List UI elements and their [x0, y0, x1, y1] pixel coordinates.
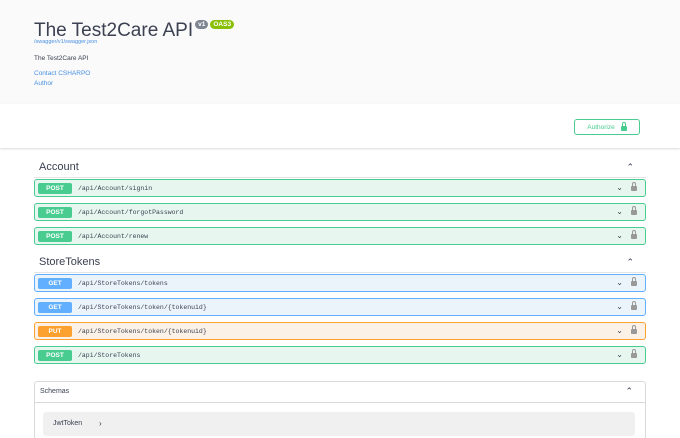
operation-row[interactable]: GET /api/StoreTokens/tokens ⌄	[34, 274, 646, 292]
chevron-down-icon[interactable]: ⌄	[616, 231, 623, 240]
lock-icon[interactable]	[631, 206, 637, 215]
chevron-down-icon[interactable]: ⌄	[616, 207, 623, 216]
operation-path: /api/StoreTokens/tokens	[78, 279, 168, 287]
chevron-up-icon[interactable]: ⌃	[626, 257, 634, 268]
scheme-container: Authorize	[0, 104, 680, 148]
lock-icon[interactable]	[631, 277, 637, 286]
operation-row[interactable]: PUT /api/StoreTokens/token/{tokenuid} ⌄	[34, 322, 646, 340]
lock-icon[interactable]	[631, 230, 637, 239]
lock-icon[interactable]	[631, 301, 637, 310]
operation-path: /api/StoreTokens/token/{tokenuid}	[78, 303, 207, 311]
chevron-up-icon[interactable]: ⌃	[626, 162, 634, 173]
tag-header-storetokens[interactable]: StoreTokens ⌃	[34, 251, 646, 273]
lock-icon	[620, 121, 627, 131]
chevron-down-icon[interactable]: ⌄	[616, 183, 623, 192]
method-badge: POST	[38, 182, 72, 194]
lock-icon[interactable]	[631, 349, 637, 358]
operation-path: /api/Account/renew	[78, 232, 149, 240]
operation-path: /api/Account/forgotPassword	[78, 208, 184, 216]
operation-path: /api/Account/signin	[78, 184, 153, 192]
operation-path: /api/StoreTokens/token/{tokenuid}	[78, 327, 207, 335]
operation-row[interactable]: POST /api/Account/renew ⌄	[34, 227, 646, 245]
chevron-up-icon[interactable]: ⌃	[625, 386, 633, 397]
operation-row[interactable]: POST /api/Account/signin ⌄	[34, 179, 646, 197]
version-badge: v1	[195, 20, 209, 29]
model-name: JwtToken	[53, 420, 83, 427]
operation-row[interactable]: POST /api/StoreTokens ⌄	[34, 346, 646, 364]
api-info-section: The Test2Care API v1 OAS3 /swagger/v1/sw…	[0, 0, 680, 104]
method-badge: GET	[38, 277, 72, 289]
contact-link[interactable]: Contact CSHARPO	[34, 69, 90, 79]
contact-block: Contact CSHARPO Author	[34, 69, 90, 89]
authorize-label: Authorize	[587, 123, 615, 131]
lock-icon[interactable]	[631, 325, 637, 334]
model-row-jwttoken[interactable]: JwtToken ›	[43, 412, 635, 436]
method-badge: GET	[38, 301, 72, 313]
method-badge: POST	[38, 206, 72, 218]
operation-path: /api/StoreTokens	[78, 351, 141, 359]
chevron-down-icon[interactable]: ⌄	[616, 326, 623, 335]
chevron-down-icon[interactable]: ⌄	[616, 302, 623, 311]
tag-name: Account	[39, 161, 79, 173]
chevron-right-icon[interactable]: ›	[99, 419, 102, 428]
oas-badge: OAS3	[210, 20, 235, 29]
schemas-section: Schemas ⌃ JwtToken ›	[34, 381, 646, 438]
operation-row[interactable]: POST /api/Account/forgotPassword ⌄	[34, 203, 646, 221]
lock-icon[interactable]	[631, 182, 637, 191]
authorize-button[interactable]: Authorize	[574, 119, 640, 135]
method-badge: POST	[38, 230, 72, 242]
spec-url-link[interactable]: /swagger/v1/swagger.json	[34, 39, 97, 45]
divider	[35, 402, 645, 403]
method-badge: PUT	[38, 325, 72, 337]
method-badge: POST	[38, 349, 72, 361]
tag-name: StoreTokens	[39, 256, 101, 268]
author-link[interactable]: Author	[34, 79, 90, 89]
schemas-title[interactable]: Schemas	[40, 388, 69, 395]
chevron-down-icon[interactable]: ⌄	[616, 278, 623, 287]
api-description: The Test2Care API	[34, 55, 89, 62]
tag-header-account[interactable]: Account ⌃	[34, 156, 646, 178]
chevron-down-icon[interactable]: ⌄	[616, 350, 623, 359]
operation-row[interactable]: GET /api/StoreTokens/token/{tokenuid} ⌄	[34, 298, 646, 316]
